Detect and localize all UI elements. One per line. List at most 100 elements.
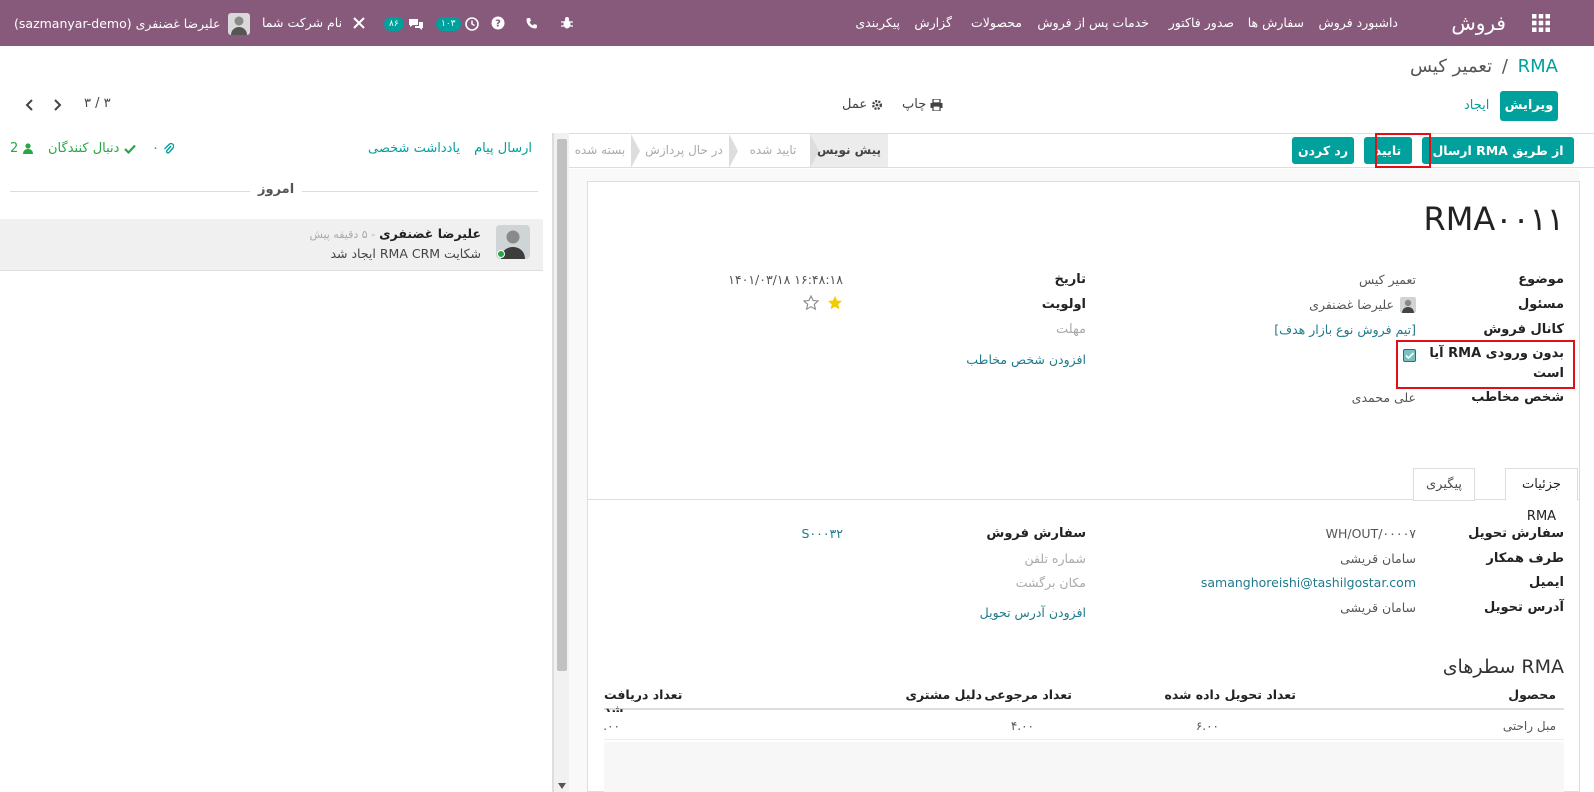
responsible-value[interactable]: علیرضا غضنفری xyxy=(1309,297,1394,312)
stage-confirmed[interactable]: تایید شده xyxy=(737,134,809,167)
check-icon xyxy=(123,144,136,154)
sales-order-label: سفارش فروش xyxy=(986,526,1086,541)
apps-menu-icon[interactable] xyxy=(1532,0,1554,46)
follow-button[interactable]: دنبال کنندگان xyxy=(48,141,136,156)
stage-arrow xyxy=(729,134,738,168)
email-value[interactable]: samanghoreishi@tashilgostar.com xyxy=(1201,575,1416,590)
messaging-menu[interactable]: ۸۶ xyxy=(384,0,424,46)
today-label: امروز xyxy=(250,182,303,197)
cell-return-qty: ۴.۰۰ xyxy=(1010,719,1034,733)
print-dropdown[interactable]: چاپ xyxy=(902,97,943,112)
col-return-qty[interactable]: تعداد مرجوعی xyxy=(984,687,1072,702)
breadcrumb-root[interactable]: RMA xyxy=(1518,56,1558,77)
date-label: تاریخ xyxy=(1054,272,1087,287)
send-message-button[interactable]: ارسال پیام xyxy=(474,141,532,156)
clock-icon xyxy=(464,16,479,31)
delivery-address-label: آدرس تحویل xyxy=(1484,600,1564,615)
create-button[interactable]: ایجاد xyxy=(1464,98,1489,113)
user-menu[interactable]: علیرضا غضنفری (sazmanyar-demo) xyxy=(14,0,251,46)
sales-order-value[interactable]: S۰۰۰۳۲ xyxy=(801,526,843,541)
menu-products[interactable]: محصولات xyxy=(971,0,1022,46)
partner-label: طرف همکار xyxy=(1486,551,1564,566)
col-product[interactable]: محصول xyxy=(1508,687,1556,702)
menu-sales-dashboard[interactable]: داشبورد فروش xyxy=(1319,0,1399,46)
activity-badge: ۱۰۳ xyxy=(436,16,461,31)
tab-followup[interactable]: پیگیری xyxy=(1413,468,1475,501)
bug-icon[interactable] xyxy=(560,0,574,46)
subject-value: تعمیر کیس xyxy=(1358,272,1416,287)
rma-lines-heading: سطرهای RMA xyxy=(1442,656,1564,678)
add-delivery-address-link[interactable]: افزودن آدرس تحویل xyxy=(980,605,1086,620)
stage-draft[interactable]: پیش نویس xyxy=(810,134,888,167)
pager-value[interactable]: ۳ / ۳ xyxy=(84,96,111,111)
svg-text:?: ? xyxy=(495,19,501,30)
message-time: - ۵ دقیقه پیش xyxy=(309,228,376,241)
app-title[interactable]: فروش xyxy=(1451,0,1506,46)
scrollbar-thumb[interactable] xyxy=(557,139,567,671)
menu-configuration[interactable]: پیکربندی xyxy=(855,0,900,46)
deadline-label: مهلت xyxy=(1055,322,1086,337)
cell-received-qty: .۰۰ xyxy=(603,719,620,733)
email-label: ایمیل xyxy=(1529,575,1564,590)
pager-next-icon[interactable] xyxy=(52,99,62,111)
message-body: شکایت RMA CRM ایجاد شد xyxy=(330,246,481,261)
company-switcher[interactable]: نام شرکت شما xyxy=(262,0,342,46)
menu-orders[interactable]: سفارش ها xyxy=(1248,0,1304,46)
delivery-address-value[interactable]: سامان قریشی xyxy=(1340,600,1416,615)
phone-icon[interactable] xyxy=(526,0,538,46)
col-delivered-qty[interactable]: تعداد تحویل داده شده xyxy=(1164,687,1296,702)
stage-processing[interactable]: در حال پردازش xyxy=(639,134,729,167)
no-incoming-highlight xyxy=(1396,340,1575,389)
print-icon xyxy=(930,98,943,111)
return-location-label: مکان برگشت xyxy=(1015,575,1086,590)
status-bar: ارسال RMA از طریق ایمیل تایید رد کردن پی… xyxy=(569,133,1594,185)
phone-label: شماره تلفن xyxy=(1024,551,1086,566)
action-dropdown[interactable]: عمل xyxy=(842,97,883,112)
menu-reporting[interactable]: گزارش xyxy=(914,0,952,46)
help-icon[interactable]: ? xyxy=(491,0,505,46)
attachments-button[interactable]: ۰ xyxy=(152,141,175,156)
record-title: RMA۰۰۱۱ xyxy=(1423,200,1564,238)
comments-icon xyxy=(408,17,424,31)
contact-value[interactable]: علی محمدی xyxy=(1352,390,1416,405)
reject-button[interactable]: رد کردن xyxy=(1292,137,1354,164)
menu-invoicing[interactable]: صدور فاکتور xyxy=(1169,0,1234,46)
star-filled-icon[interactable] xyxy=(827,295,843,311)
follow-label: دنبال کنندگان xyxy=(48,141,120,156)
paperclip-icon xyxy=(163,142,175,155)
messages-badge: ۸۶ xyxy=(384,16,404,31)
menu-after-sales[interactable]: خدمات پس از فروش xyxy=(1037,0,1149,46)
priority-widget[interactable] xyxy=(802,295,843,315)
send-rma-email-button[interactable]: ارسال RMA از طریق ایمیل xyxy=(1422,137,1574,185)
delivery-order-value[interactable]: WH/OUT/۰۰۰۰۷ xyxy=(1326,526,1416,541)
sales-channel-value[interactable]: [تیم فروش نوع بازار هدف] xyxy=(1274,322,1416,337)
followers-button[interactable]: 2 xyxy=(10,141,34,156)
breadcrumb-current: تعمیر کیس xyxy=(1409,56,1493,77)
stage-closed[interactable]: بسته شده xyxy=(569,134,631,167)
scroll-down-icon[interactable] xyxy=(558,783,566,789)
pager-previous-icon[interactable] xyxy=(25,99,35,111)
responsible-avatar xyxy=(1400,297,1416,313)
followers-count: 2 xyxy=(10,141,19,156)
col-customer-reason[interactable]: دلیل مشتری xyxy=(905,687,982,702)
table-row[interactable]: مبل راحتی ۶.۰۰ ۴.۰۰ .۰۰ xyxy=(603,712,1564,740)
tab-rma-details[interactable]: جزئیات RMA xyxy=(1505,468,1578,524)
top-navbar: فروش داشبورد فروش سفارش ها صدور فاکتور خ… xyxy=(0,0,1594,46)
activity-menu[interactable]: ۱۰۳ xyxy=(436,0,479,46)
message-author[interactable]: علیرضا غضنفری xyxy=(379,226,481,241)
log-note-button[interactable]: یادداشت شخصی xyxy=(368,141,460,156)
cell-product: مبل راحتی xyxy=(1502,719,1556,733)
stage-arrow xyxy=(631,134,640,168)
partner-value[interactable]: سامان قریشی xyxy=(1340,551,1416,566)
star-empty-icon[interactable] xyxy=(802,295,819,311)
tools-icon[interactable] xyxy=(352,0,366,46)
add-contact-link[interactable]: افزودن شخص مخاطب xyxy=(966,352,1086,367)
responsible-label: مسئول xyxy=(1517,297,1564,312)
attachments-count: ۰ xyxy=(152,141,159,156)
chatter-scrollbar[interactable] xyxy=(553,133,569,792)
edit-button[interactable]: ویرایش xyxy=(1500,91,1558,121)
delivery-order-label: سفارش تحویل xyxy=(1468,526,1564,541)
contact-label: شخص مخاطب xyxy=(1471,390,1564,405)
breadcrumb-separator: / xyxy=(1501,56,1508,77)
priority-label: اولویت xyxy=(1041,297,1086,312)
